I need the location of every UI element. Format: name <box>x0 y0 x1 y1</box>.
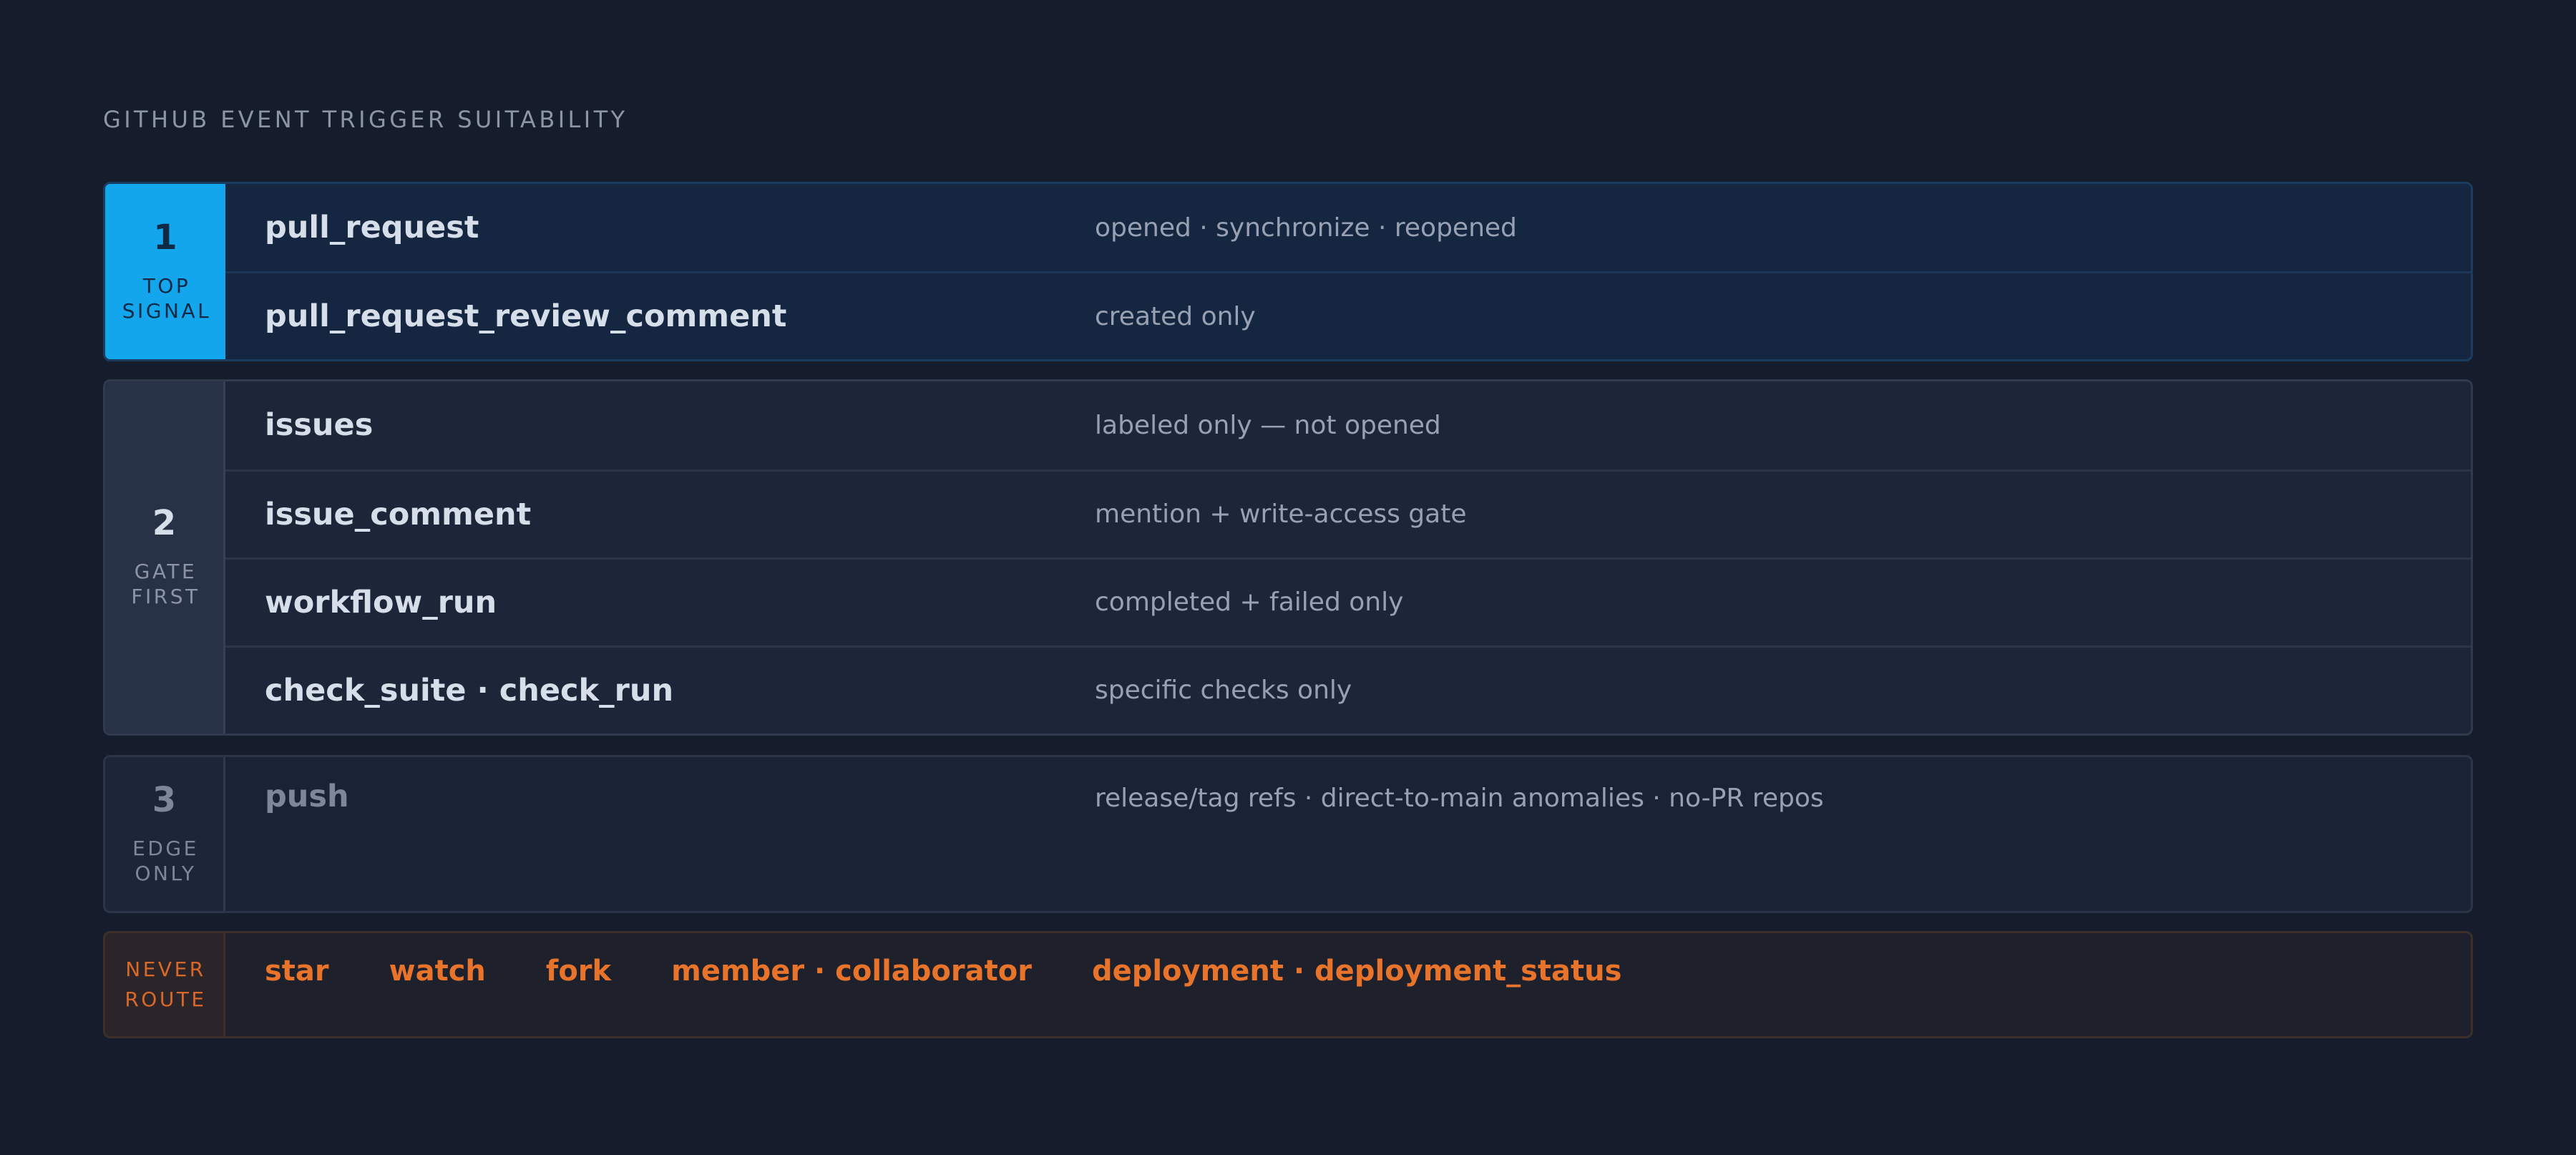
page-title: GITHUB EVENT TRIGGER SUITABILITY <box>103 106 628 133</box>
event-row: check_suite · check_run specific checks … <box>225 645 2471 734</box>
never-route-item: deployment · deployment_status <box>1091 955 1622 988</box>
event-condition: created only <box>1095 301 1256 331</box>
never-route-item: member · collaborator <box>671 955 1032 988</box>
event-row: push release/tag refs · direct-to-main a… <box>225 757 2471 846</box>
never-route-list: star watch fork member · collaborator de… <box>225 933 2471 1036</box>
event-row: workflow_run completed + failed only <box>225 557 2471 645</box>
event-condition: labeled only — not opened <box>1095 410 1441 440</box>
tier-label-line1: TOP <box>142 273 191 298</box>
event-name: pull_request_review_comment <box>265 298 787 335</box>
event-row: pull_request opened · synchronize · reop… <box>225 184 2471 271</box>
event-name: issues <box>265 407 374 444</box>
event-name: push <box>265 779 349 814</box>
tier-number: 1 <box>153 217 177 258</box>
tier-2-group: 2 GATE FIRST issues labeled only — not o… <box>103 379 2473 736</box>
never-label-line1: NEVER <box>125 957 206 981</box>
tier-label-line2: FIRST <box>131 585 200 608</box>
tier-3-badge: 3 EDGE ONLY <box>105 757 225 911</box>
tier-1-group: 1 TOP SIGNAL pull_request opened · synch… <box>103 182 2473 361</box>
tier-label-line1: GATE <box>134 560 197 583</box>
tier-1-badge: 1 TOP SIGNAL <box>105 184 225 359</box>
event-row: pull_request_review_comment created only <box>225 271 2471 359</box>
event-name: issue_comment <box>265 496 532 532</box>
tier-label-line2: ONLY <box>135 861 197 885</box>
event-condition: completed + failed only <box>1095 588 1404 618</box>
never-route-item: watch <box>389 955 486 988</box>
event-name: workflow_run <box>265 584 497 620</box>
event-name: check_suite · check_run <box>265 672 674 708</box>
event-name: pull_request <box>265 210 479 246</box>
event-condition: specific checks only <box>1095 676 1352 706</box>
event-condition: release/tag refs · direct-to-main anomal… <box>1095 784 1824 813</box>
never-route-item: fork <box>545 955 612 988</box>
tier-3-rows: push release/tag refs · direct-to-main a… <box>225 757 2471 911</box>
tier-2-rows: issues labeled only — not opened issue_c… <box>225 381 2471 734</box>
tier-number: 3 <box>152 779 177 820</box>
tier-2-badge: 2 GATE FIRST <box>105 381 225 734</box>
event-row: issue_comment mention + write-access gat… <box>225 469 2471 557</box>
never-label-line2: ROUTE <box>125 988 207 1011</box>
never-route-badge: NEVER ROUTE <box>105 933 225 1036</box>
never-route-group: NEVER ROUTE star watch fork member · col… <box>103 931 2473 1038</box>
tier-number: 2 <box>152 503 177 543</box>
tier-3-group: 3 EDGE ONLY push release/tag refs · dire… <box>103 755 2473 913</box>
tier-label-line1: EDGE <box>132 836 199 860</box>
never-route-item: star <box>265 955 329 988</box>
event-condition: opened · synchronize · reopened <box>1095 213 1517 243</box>
tier-label-line2: SIGNAL <box>122 298 212 323</box>
tier-1-rows: pull_request opened · synchronize · reop… <box>225 184 2471 359</box>
event-condition: mention + write-access gate <box>1095 499 1467 530</box>
event-row: issues labeled only — not opened <box>225 381 2471 469</box>
